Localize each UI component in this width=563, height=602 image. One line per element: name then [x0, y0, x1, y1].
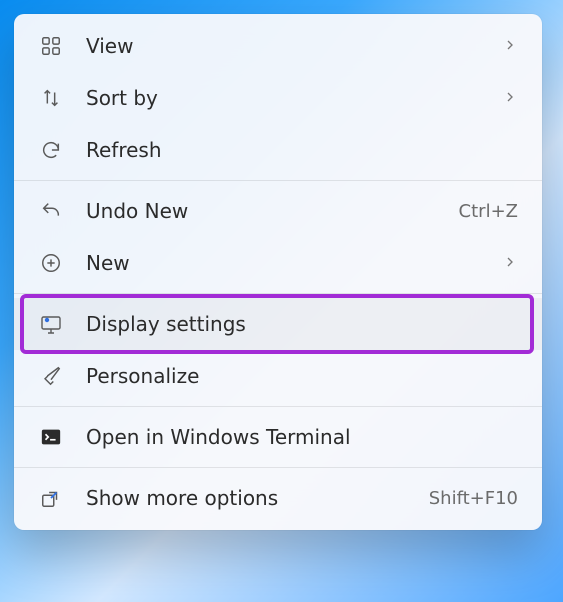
sort-icon	[36, 83, 66, 113]
menu-item-undo[interactable]: Undo New Ctrl+Z	[14, 185, 542, 237]
menu-separator	[14, 406, 542, 407]
display-settings-icon	[36, 309, 66, 339]
menu-item-label: Open in Windows Terminal	[86, 425, 518, 449]
chevron-right-icon	[502, 251, 518, 275]
menu-separator	[14, 293, 542, 294]
menu-item-personalize[interactable]: Personalize	[14, 350, 542, 402]
show-more-icon	[36, 483, 66, 513]
menu-item-sort-by[interactable]: Sort by	[14, 72, 542, 124]
paintbrush-icon	[36, 361, 66, 391]
menu-item-label: Sort by	[86, 86, 502, 110]
menu-item-label: Undo New	[86, 199, 459, 223]
terminal-icon	[36, 422, 66, 452]
plus-circle-icon	[36, 248, 66, 278]
menu-item-label: New	[86, 251, 502, 275]
menu-item-windows-terminal[interactable]: Open in Windows Terminal	[14, 411, 542, 463]
grid-icon	[36, 31, 66, 61]
chevron-right-icon	[502, 86, 518, 110]
menu-item-label: Show more options	[86, 486, 429, 510]
menu-item-label: View	[86, 34, 502, 58]
menu-separator	[14, 180, 542, 181]
menu-item-shortcut: Shift+F10	[429, 488, 518, 509]
desktop-context-menu: View Sort by Refresh	[14, 14, 542, 530]
menu-item-new[interactable]: New	[14, 237, 542, 289]
menu-item-label: Personalize	[86, 364, 518, 388]
menu-item-label: Refresh	[86, 138, 518, 162]
menu-item-display-settings[interactable]: Display settings	[14, 298, 542, 350]
menu-item-view[interactable]: View	[14, 20, 542, 72]
menu-item-show-more[interactable]: Show more options Shift+F10	[14, 472, 542, 524]
refresh-icon	[36, 135, 66, 165]
menu-item-label: Display settings	[86, 312, 518, 336]
chevron-right-icon	[502, 34, 518, 58]
menu-item-shortcut: Ctrl+Z	[459, 201, 518, 222]
menu-separator	[14, 467, 542, 468]
menu-item-refresh[interactable]: Refresh	[14, 124, 542, 176]
undo-icon	[36, 196, 66, 226]
